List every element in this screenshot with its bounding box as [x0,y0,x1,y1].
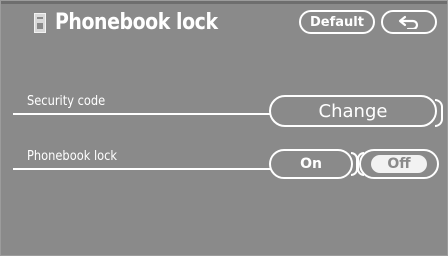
on-button[interactable]: On [269,149,353,179]
phonebook-lock-label: Phonebook lock [27,149,118,164]
phonebook-icon [34,13,46,33]
page-title: Phonebook lock [55,10,218,35]
change-button[interactable]: Change [269,95,443,127]
security-code-divider [13,113,271,115]
on-button-label: On [300,156,322,172]
default-button[interactable]: Default [299,10,375,34]
back-button[interactable] [381,10,437,34]
change-button-label: Change [318,100,388,122]
security-code-label: Security code [27,94,106,109]
off-button[interactable]: Off [359,149,439,179]
off-button-label: Off [387,156,411,172]
phonebook-lock-screen: Phonebook lock Default Security code Cha… [0,0,448,256]
back-arrow-icon [398,15,419,29]
default-button-label: Default [310,14,364,30]
phonebook-lock-divider [13,168,271,170]
top-frame [1,1,447,4]
